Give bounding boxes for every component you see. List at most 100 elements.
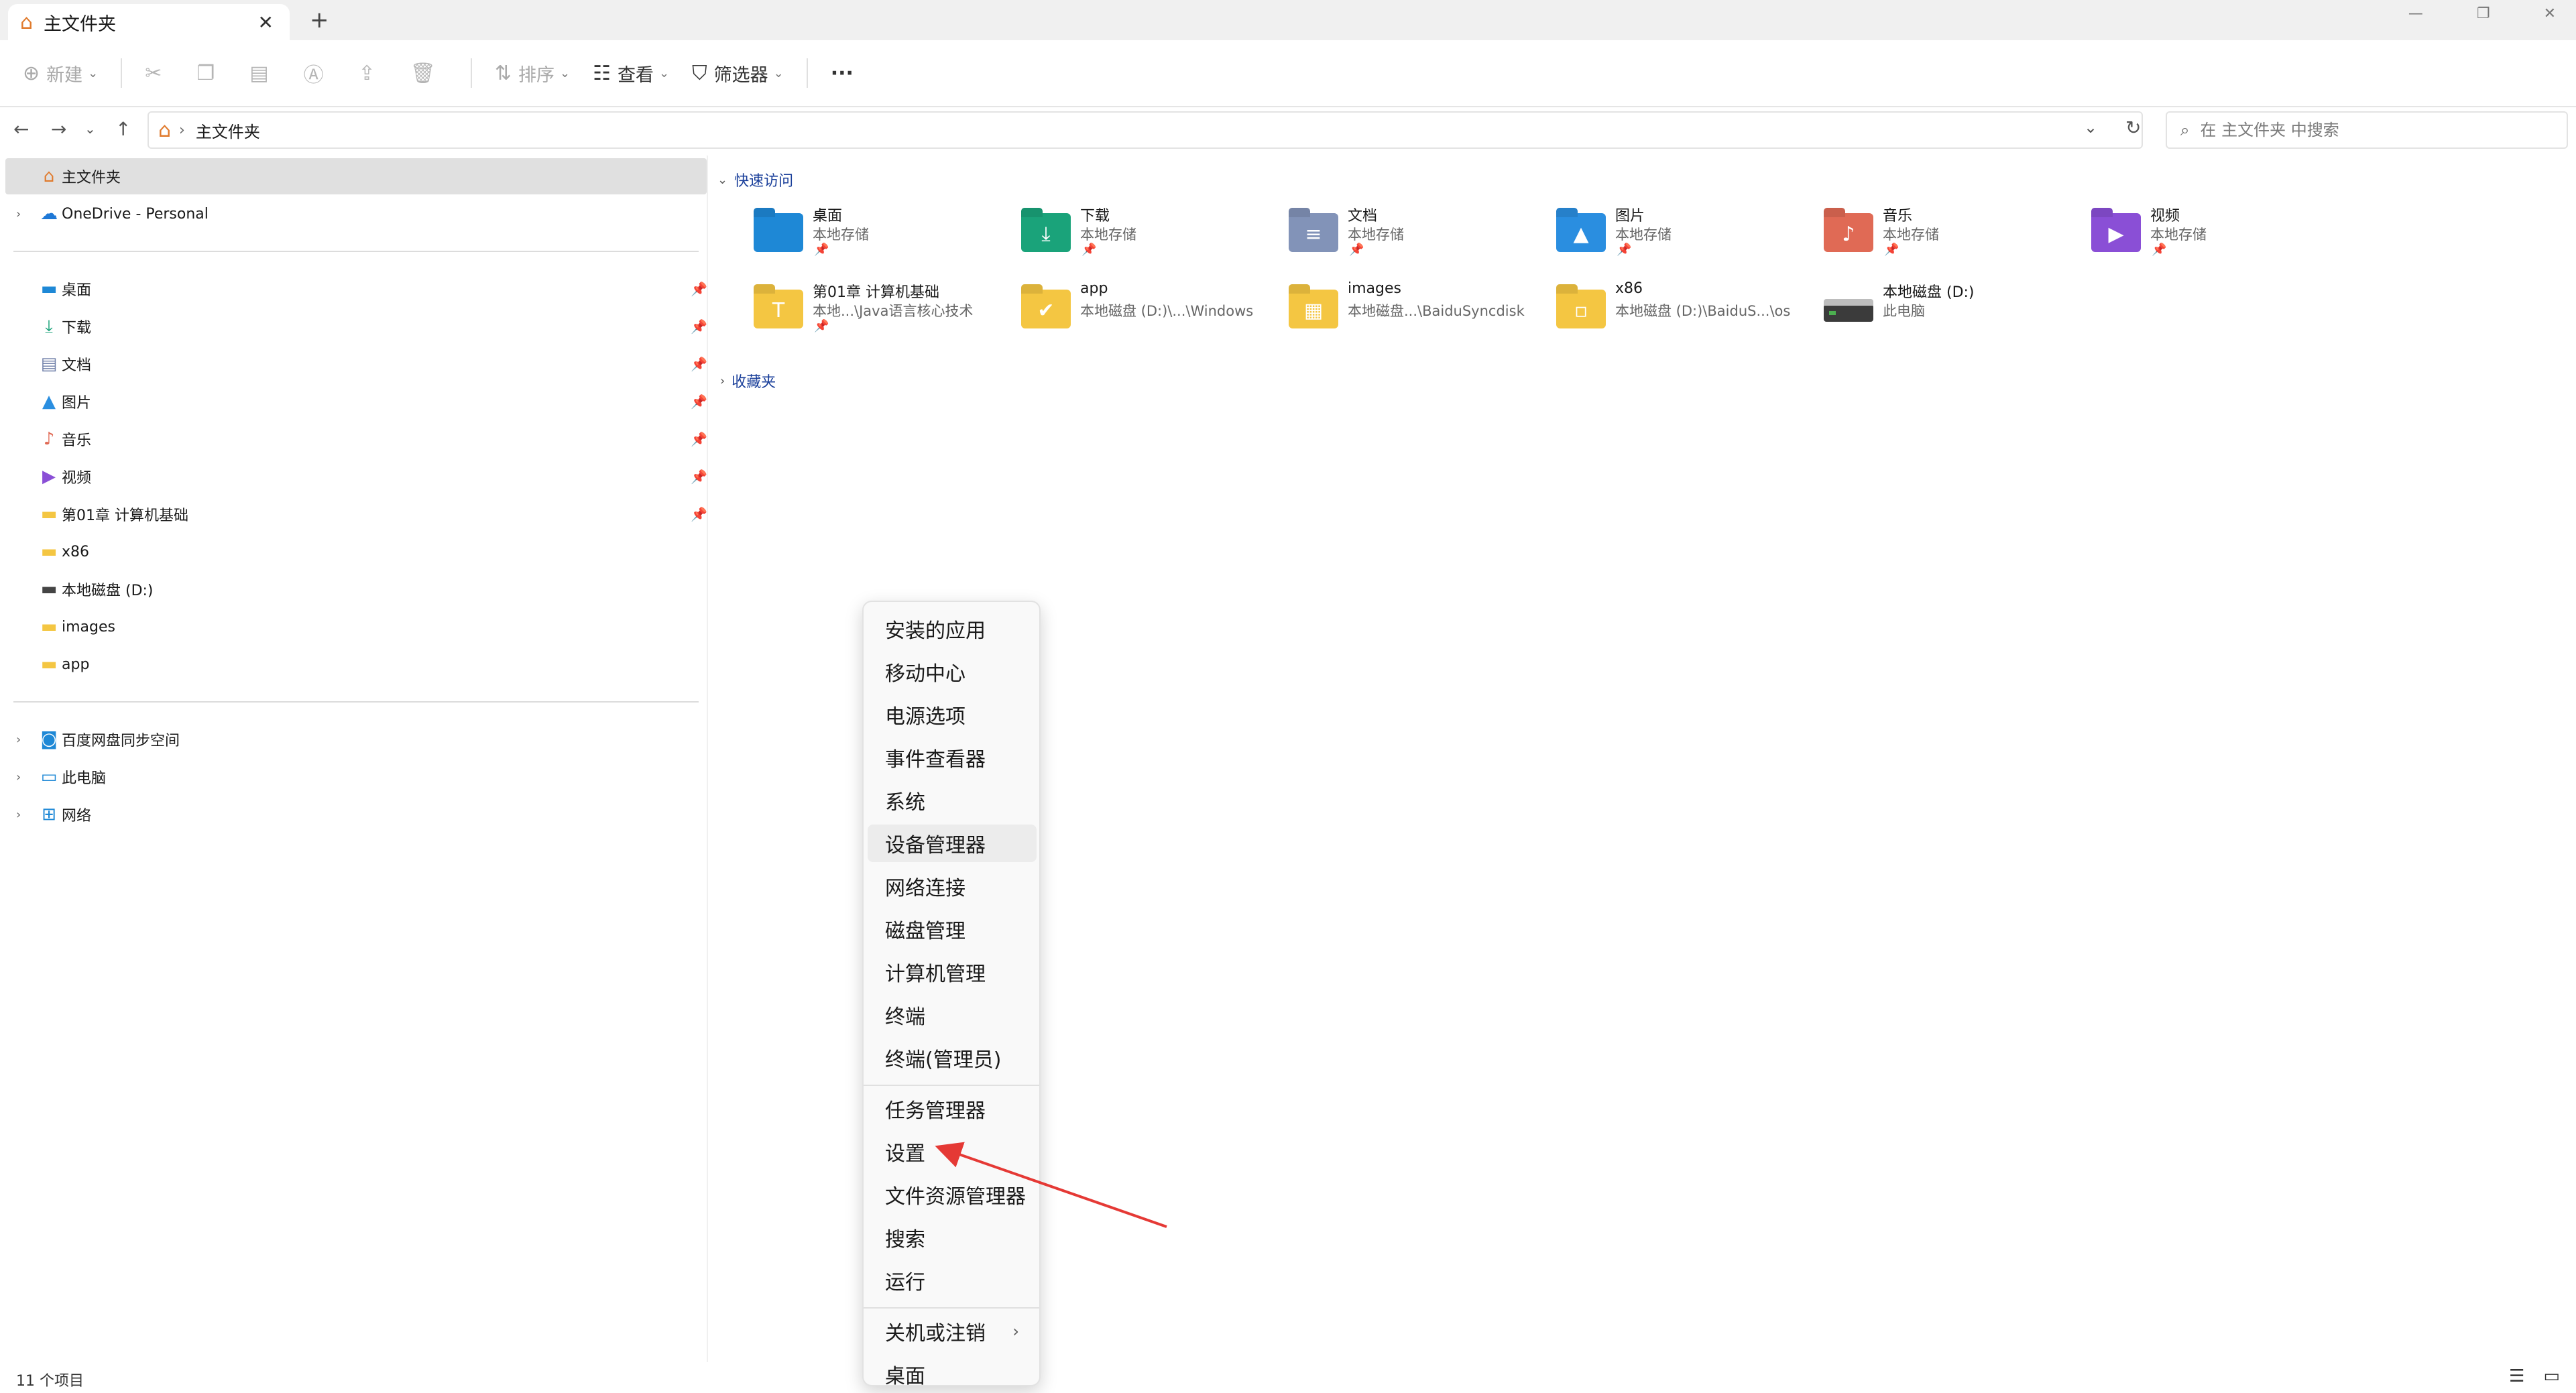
folder-icon: ▫ — [1554, 284, 1607, 331]
quick-access-tile[interactable]: ✔ app 本地磁盘 (D:)\...\Windows — [1018, 278, 1287, 351]
folder-glyph-icon: ▫ — [1574, 299, 1588, 322]
rename-icon[interactable]: Ⓐ — [304, 58, 324, 88]
forward-icon[interactable]: → — [51, 118, 66, 140]
quick-access-tile[interactable]: ♪ 音乐 本地存储 📌 — [1821, 201, 2089, 275]
minimize-icon[interactable]: — — [2408, 5, 2423, 22]
menu-item[interactable]: 终端 — [868, 996, 1037, 1034]
menu-item[interactable]: 搜索 — [868, 1219, 1037, 1256]
menu-item[interactable]: 关机或注销 › — [868, 1313, 1037, 1350]
tiles-view-icon[interactable]: ▭ — [2543, 1366, 2560, 1386]
maximize-icon[interactable]: ❐ — [2477, 5, 2490, 22]
recent-locations-icon[interactable]: ⌄ — [84, 121, 96, 137]
sidebar-item-home[interactable]: ⌂ 主文件夹 — [5, 158, 707, 194]
home-icon: ⌂ — [20, 10, 34, 34]
sidebar-item-x86[interactable]: ▬ x86 — [5, 534, 707, 570]
new-button[interactable]: ⊕ 新建 ⌄ — [23, 60, 98, 86]
quick-access-tile[interactable]: ▦ images 本地磁盘...\BaiduSyncdisk — [1286, 278, 1554, 351]
chevron-right-icon[interactable]: › — [16, 207, 21, 221]
menu-item[interactable]: 文件资源管理器 — [868, 1176, 1037, 1213]
sidebar-item-network[interactable]: › ⊞ 网络 — [5, 796, 707, 833]
refresh-icon[interactable]: ↻ — [2125, 117, 2141, 139]
paste-icon[interactable]: ▤ — [249, 62, 268, 85]
new-tab-button[interactable]: + — [310, 7, 329, 34]
close-window-icon[interactable]: ✕ — [2544, 5, 2556, 22]
quick-access-tile[interactable]: ≡ 文档 本地存储 📌 — [1286, 201, 1554, 275]
menu-item[interactable]: 事件查看器 — [868, 739, 1037, 776]
address-bar[interactable]: ⌂ › 主文件夹 — [148, 111, 2143, 149]
close-tab-icon[interactable]: ✕ — [258, 11, 274, 34]
favorites-header[interactable]: › 收藏夹 — [720, 370, 776, 391]
pin-icon[interactable]: 📌 — [691, 393, 707, 410]
more-options-button[interactable]: ··· — [831, 62, 854, 85]
menu-item[interactable]: 网络连接 — [868, 867, 1037, 905]
menu-item[interactable]: 任务管理器 — [868, 1090, 1037, 1128]
menu-item[interactable]: 运行 — [868, 1262, 1037, 1299]
delete-icon[interactable]: 🗑 — [410, 62, 436, 85]
folder-icon: ▲ — [1554, 208, 1607, 255]
sidebar-item-desktop[interactable]: ▬ 桌面 📌 — [5, 271, 707, 307]
breadcrumb-home[interactable]: 主文件夹 — [196, 119, 260, 142]
menu-item[interactable]: 设置 — [868, 1133, 1037, 1170]
copy-icon[interactable]: ❐ — [196, 62, 215, 85]
share-icon[interactable]: ⇪ — [359, 62, 375, 85]
chevron-right-icon[interactable]: › — [16, 808, 21, 822]
sidebar-item-chapter01[interactable]: ▬ 第01章 计算机基础 📌 — [5, 496, 707, 532]
sidebar-item-videos[interactable]: ▶ 视频 📌 — [5, 459, 707, 495]
sidebar-item-onedrive[interactable]: › ☁ OneDrive - Personal — [5, 196, 707, 232]
pane-splitter[interactable] — [707, 156, 708, 1362]
menu-item[interactable]: 安装的应用 — [868, 610, 1037, 648]
menu-item[interactable]: 计算机管理 — [868, 953, 1037, 991]
sidebar-item-documents[interactable]: ▤ 文档 📌 — [5, 346, 707, 382]
sidebar-item-images[interactable]: ▬ images — [5, 609, 707, 645]
sidebar-item-downloads[interactable]: ⤓ 下载 📌 — [5, 308, 707, 345]
quick-access-tile[interactable]: ▲ 图片 本地存储 📌 — [1554, 201, 1822, 275]
menu-item[interactable]: 移动中心 — [868, 653, 1037, 690]
pin-icon[interactable]: 📌 — [691, 318, 707, 335]
menu-item[interactable]: 终端(管理员) — [868, 1039, 1037, 1077]
home-icon: ⌂ — [43, 166, 55, 186]
quick-access-tile[interactable]: ⤓ 下载 本地存储 📌 — [1018, 201, 1287, 275]
up-icon[interactable]: ↑ — [115, 118, 131, 140]
menu-item[interactable]: 桌面 — [868, 1355, 1037, 1393]
address-dropdown-icon[interactable]: ⌄ — [2084, 118, 2097, 137]
pin-icon[interactable]: 📌 — [691, 356, 707, 372]
back-icon[interactable]: ← — [13, 118, 29, 140]
sidebar-item-music[interactable]: ♪ 音乐 📌 — [5, 421, 707, 457]
sidebar-item-label: 图片 — [62, 395, 92, 412]
details-view-icon[interactable]: ☰ — [2509, 1366, 2524, 1386]
sort-button[interactable]: ⇅ 排序 ⌄ — [495, 60, 570, 86]
menu-item[interactable]: 电源选项 — [868, 696, 1037, 733]
quick-access-tile[interactable]: 桌面 本地存储 📌 — [751, 201, 1019, 275]
tab-home[interactable]: ⌂ 主文件夹 ✕ — [8, 4, 290, 40]
sidebar-item-pictures[interactable]: ▲ 图片 📌 — [5, 383, 707, 420]
chevron-right-icon[interactable]: › — [16, 733, 21, 747]
view-button[interactable]: ☷ 查看 ⌄ — [593, 60, 669, 86]
menu-item[interactable]: 磁盘管理 — [868, 910, 1037, 948]
search-input[interactable] — [2200, 121, 2536, 139]
sidebar-item-this-pc[interactable]: › ▭ 此电脑 — [5, 759, 707, 795]
pin-icon[interactable]: 📌 — [691, 469, 707, 485]
tile-name: 本地磁盘 (D:) — [1883, 284, 1975, 301]
sidebar-item-baidu-sync[interactable]: › ◙ 百度网盘同步空间 — [5, 721, 707, 758]
menu-item-label: 文件资源管理器 — [885, 1185, 1026, 1209]
pin-icon[interactable]: 📌 — [691, 506, 707, 522]
quick-access-tile[interactable]: T 第01章 计算机基础 本地...\Java语言核心技术 📌 — [751, 278, 1019, 351]
sidebar-item-drive-d[interactable]: ▬ 本地磁盘 (D:) — [5, 571, 707, 607]
quick-access-tile[interactable]: 本地磁盘 (D:) 此电脑 — [1821, 278, 2089, 351]
menu-item[interactable]: 系统 — [868, 782, 1037, 819]
tile-location: 本地存储 — [2150, 227, 2207, 243]
pin-icon[interactable]: 📌 — [691, 281, 707, 297]
folder-icon: ▬ — [40, 504, 58, 524]
quick-access-header[interactable]: ⌄ 快速访问 — [717, 169, 793, 190]
sidebar-item-app[interactable]: ▬ app — [5, 646, 707, 682]
quick-access-tile[interactable]: ▫ x86 本地磁盘 (D:)\BaiduS...\os — [1554, 278, 1822, 351]
menu-item[interactable]: 设备管理器 — [868, 825, 1037, 862]
folder-icon: ♪ — [1821, 208, 1875, 255]
cut-icon[interactable]: ✂ — [145, 62, 162, 85]
pin-icon[interactable]: 📌 — [691, 431, 707, 447]
chevron-right-icon[interactable]: › — [16, 770, 21, 784]
search-box[interactable]: ⌕ — [2166, 111, 2568, 149]
filter-button[interactable]: ⛉ 筛选器 ⌄ — [692, 60, 784, 86]
chevron-right-icon: › — [1012, 1322, 1019, 1341]
quick-access-tile[interactable]: ▶ 视频 本地存储 📌 — [2089, 201, 2357, 275]
